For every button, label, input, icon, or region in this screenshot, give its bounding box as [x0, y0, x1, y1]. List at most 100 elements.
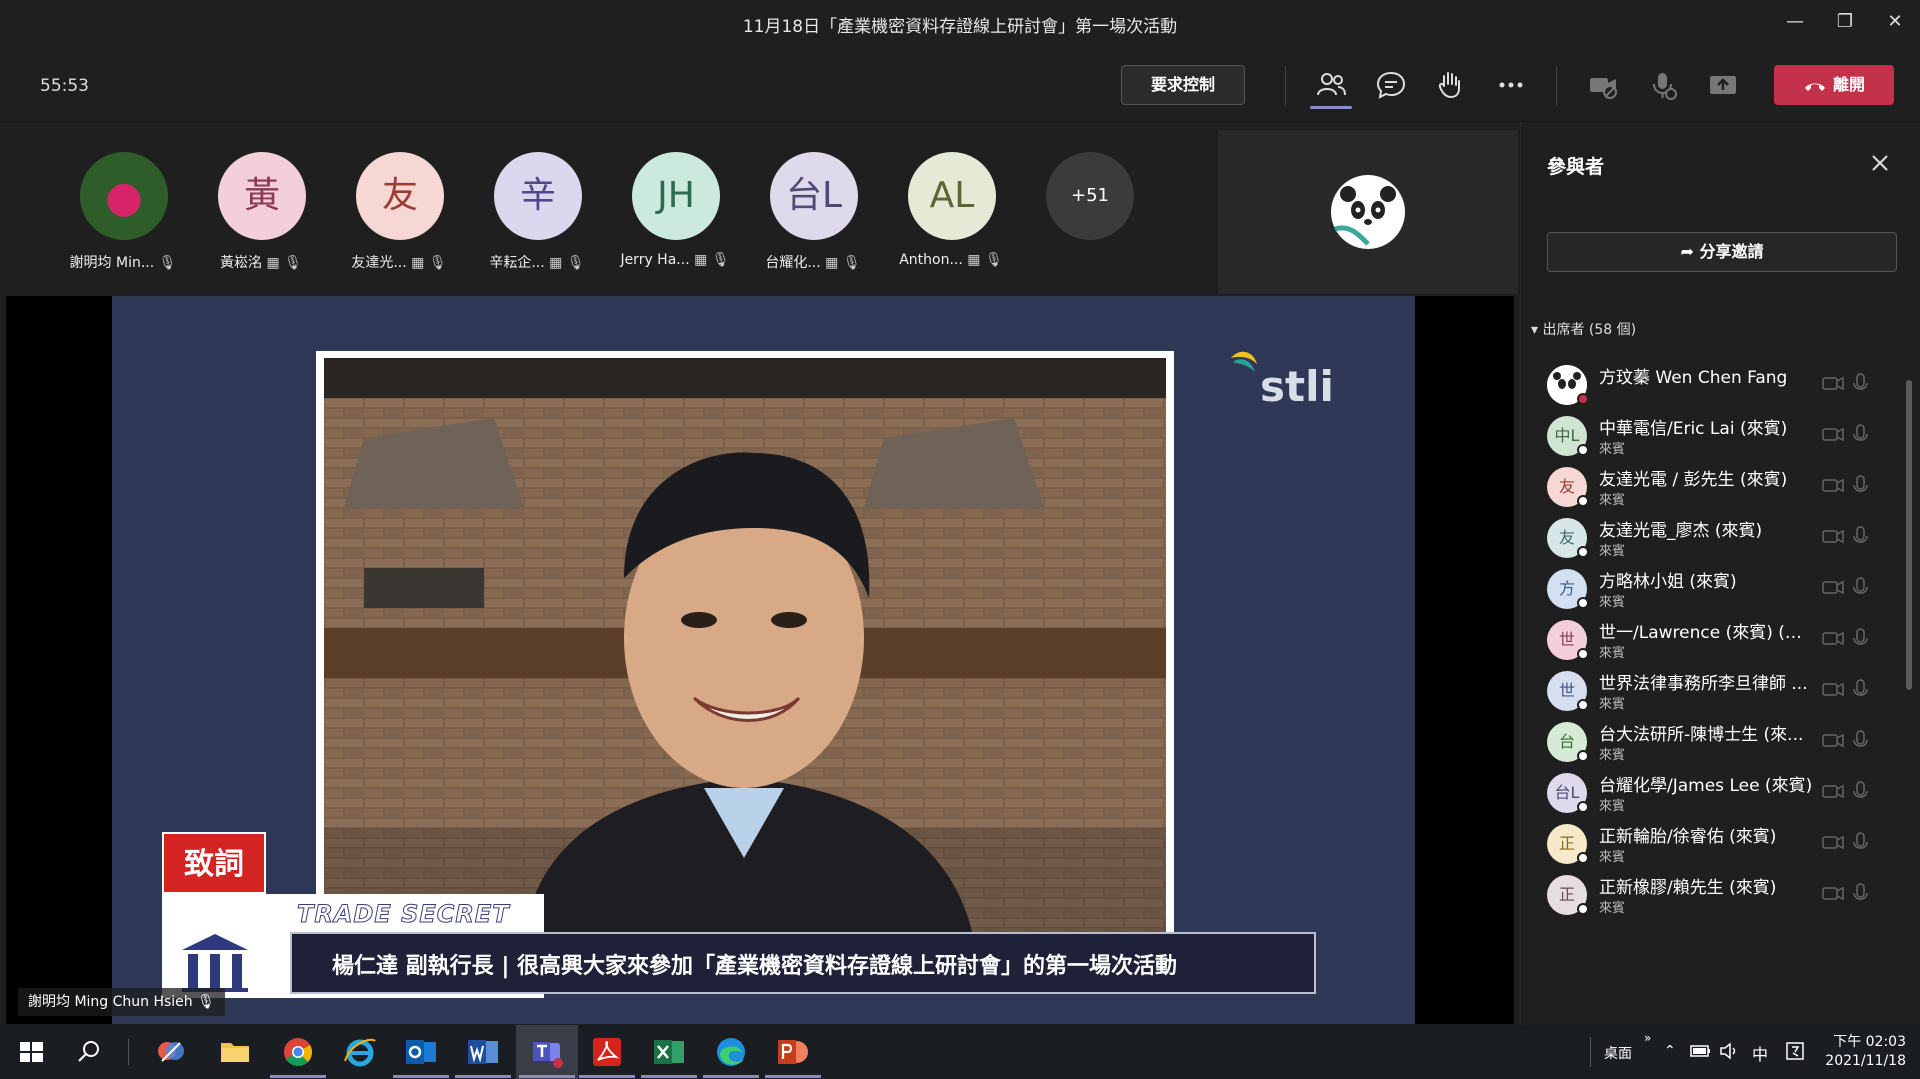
participant-tile[interactable]: JH Jerry Ha... ▦ 🎙 — [610, 152, 740, 282]
battery-icon[interactable] — [1690, 1043, 1712, 1059]
participant-tile[interactable]: 黃 黃崧洺 ▦ 🎙 — [196, 152, 326, 282]
desktop-toolbar-label[interactable]: 桌面 — [1604, 1043, 1632, 1063]
participant-tile[interactable]: 友 友達光... ▦ 🎙 — [334, 152, 464, 282]
participant-row-name: 友達光電 / 彭先生 (來賓) — [1599, 470, 1788, 490]
edge-icon[interactable] — [712, 1033, 750, 1071]
share-icon: ➦ — [1680, 242, 1694, 261]
camera-off-icon[interactable] — [1586, 68, 1620, 102]
running-indicator — [519, 1075, 575, 1078]
clock-date[interactable]: 2021/11/18 — [1822, 1053, 1906, 1069]
close-window-button[interactable]: ✕ — [1880, 8, 1910, 36]
participant-row-name: 方略林小姐 (來賓) — [1599, 572, 1737, 592]
powerpoint-icon[interactable] — [774, 1033, 812, 1071]
participant-row[interactable]: 友 友達光電_廖杰 (來賓) 來賓 — [1547, 512, 1887, 568]
window-title: 11月18日「產業機密資料存證線上研討會」第一場次活動 — [742, 17, 1178, 37]
windows-taskbar: 桌面 » ⌃ 中 下午 02:03 2021/11/18 — [0, 1025, 1920, 1079]
participant-row-name: 世一/Lawrence (來賓) (來... — [1599, 623, 1815, 643]
participant-name: 謝明均 Min... 🎙 — [69, 255, 177, 271]
participant-avatar — [80, 152, 168, 240]
acrobat-icon[interactable] — [588, 1033, 626, 1071]
snipping-tool-icon[interactable] — [152, 1033, 190, 1071]
word-icon[interactable] — [464, 1033, 502, 1071]
chevron-up-icon[interactable]: ⌃ — [1664, 1043, 1676, 1059]
title-bar: 11月18日「產業機密資料存證線上研討會」第一場次活動 — ❐ ✕ — [0, 0, 1920, 46]
camera-mic-off-icon — [1822, 628, 1868, 646]
chrome-icon[interactable] — [279, 1033, 317, 1071]
participant-tile[interactable]: 台L 台耀化... ▦ 🎙 — [748, 152, 878, 282]
participant-row[interactable]: 方玟蓁 Wen Chen Fang — [1547, 359, 1887, 415]
participant-role: 來賓 — [1599, 850, 1626, 865]
people-icon[interactable] — [1314, 68, 1348, 102]
toolbar-expand-icon[interactable]: » — [1644, 1031, 1651, 1045]
participant-row[interactable]: 正 正新輪胎/徐睿佑 (來賓) 來賓 — [1547, 818, 1887, 874]
ime-indicator[interactable]: 中 — [1752, 1041, 1768, 1065]
participant-row[interactable]: 方 方略林小姐 (來賓) 來賓 — [1547, 563, 1887, 619]
participant-tile[interactable]: 謝明均 Min... 🎙 — [58, 152, 188, 282]
participant-role: 來賓 — [1599, 901, 1626, 916]
microphone-off-icon[interactable] — [1646, 68, 1680, 102]
chat-icon[interactable] — [1374, 68, 1408, 102]
panel-scrollbar[interactable] — [1906, 380, 1912, 690]
share-screen-icon[interactable] — [1706, 68, 1740, 102]
presence-indicator — [1577, 801, 1589, 813]
mic-muted-icon: 🎙 — [284, 255, 302, 271]
main-stage: stli 致詞 TRADE SECRET 楊仁達 副執行長 | 很高興大家來參加… — [6, 296, 1514, 1024]
panda-avatar — [1331, 175, 1405, 249]
presence-indicator — [1577, 495, 1589, 507]
participant-row[interactable]: 正 正新橡膠/賴先生 (來賓) 來賓 — [1547, 869, 1887, 925]
participants-panel: 參與者 ➦ 分享邀請 ▾ 出席者 (58 個) 方玟蓁 Wen Chen Fan… — [1520, 122, 1920, 1025]
participant-row-name: 友達光電_廖杰 (來賓) — [1599, 521, 1763, 541]
participant-avatar: 友 — [356, 152, 444, 240]
participant-tile[interactable]: AL Anthon... ▦ 🎙 — [886, 152, 1016, 282]
participant-role: 來賓 — [1599, 646, 1626, 661]
participant-role: 來賓 — [1599, 493, 1626, 508]
overflow-participants-button[interactable]: +51 — [1024, 152, 1154, 282]
ime-mode-icon[interactable] — [1784, 1041, 1806, 1061]
restore-button[interactable]: ❐ — [1830, 8, 1860, 36]
speaker-video-frame — [316, 351, 1174, 941]
minimize-button[interactable]: — — [1780, 8, 1810, 36]
windows-start-icon[interactable] — [12, 1033, 50, 1071]
presence-busy-indicator — [1577, 393, 1589, 405]
raise-hand-icon[interactable] — [1434, 68, 1468, 102]
attendees-header[interactable]: ▾ 出席者 (58 個) — [1531, 319, 1636, 339]
presence-indicator — [1577, 546, 1589, 558]
camera-mic-off-icon — [1822, 781, 1868, 799]
caption-bar: 楊仁達 副執行長 | 很高興大家來參加「產業機密資料存證線上研討會」的第一場次活… — [290, 932, 1316, 994]
volume-icon[interactable] — [1718, 1042, 1740, 1060]
internet-explorer-icon[interactable] — [341, 1033, 379, 1071]
search-icon[interactable] — [70, 1033, 108, 1071]
outlook-icon[interactable] — [402, 1033, 440, 1071]
participant-row[interactable]: 台L 台耀化學/James Lee (來賓) 來賓 — [1547, 767, 1887, 823]
self-view[interactable] — [1218, 130, 1518, 294]
teams-icon[interactable] — [528, 1033, 566, 1071]
participant-row-name: 世界法律事務所李旦律師 ... — [1599, 674, 1808, 694]
participant-row[interactable]: 世 世一/Lawrence (來賓) (來... 來賓 — [1547, 614, 1887, 670]
participant-tile[interactable]: 辛 辛耘企... ▦ 🎙 — [472, 152, 602, 282]
participant-row[interactable]: 中L 中華電信/Eric Lai (來賓) 來賓 — [1547, 410, 1887, 466]
excel-icon[interactable] — [650, 1033, 688, 1071]
file-explorer-icon[interactable] — [216, 1033, 254, 1071]
participant-row-name: 正新橡膠/賴先生 (來賓) — [1599, 878, 1777, 898]
participant-row[interactable]: 世 世界法律事務所李旦律師 ... 來賓 — [1547, 665, 1887, 721]
participant-name: 友達光... ▦ 🎙 — [351, 255, 447, 271]
request-control-button[interactable]: 要求控制 — [1121, 65, 1245, 105]
participant-role: 來賓 — [1599, 544, 1626, 559]
participant-row[interactable]: 友 友達光電 / 彭先生 (來賓) 來賓 — [1547, 461, 1887, 517]
camera-off-icon: ▦ — [967, 252, 981, 268]
meeting-toolbar: 55:53 要求控制 離開 — [0, 46, 1920, 122]
more-options-icon[interactable] — [1494, 68, 1528, 102]
running-indicator — [703, 1075, 759, 1078]
presence-indicator — [1577, 699, 1589, 711]
clock-time[interactable]: 下午 02:03 — [1830, 1031, 1906, 1051]
close-icon[interactable] — [1867, 150, 1893, 176]
participant-row-name: 方玟蓁 Wen Chen Fang — [1599, 368, 1788, 388]
participant-row[interactable]: 台 台大法研所-陳博士生 (來... 來賓 — [1547, 716, 1887, 772]
camera-off-icon: ▦ — [549, 255, 563, 271]
running-indicator — [455, 1075, 511, 1078]
participant-row-name: 正新輪胎/徐睿佑 (來賓) — [1599, 827, 1777, 847]
camera-mic-off-icon — [1822, 577, 1868, 595]
share-invite-button[interactable]: ➦ 分享邀請 — [1547, 232, 1897, 272]
people-active-indicator — [1310, 106, 1352, 109]
leave-button[interactable]: 離開 — [1774, 65, 1894, 105]
